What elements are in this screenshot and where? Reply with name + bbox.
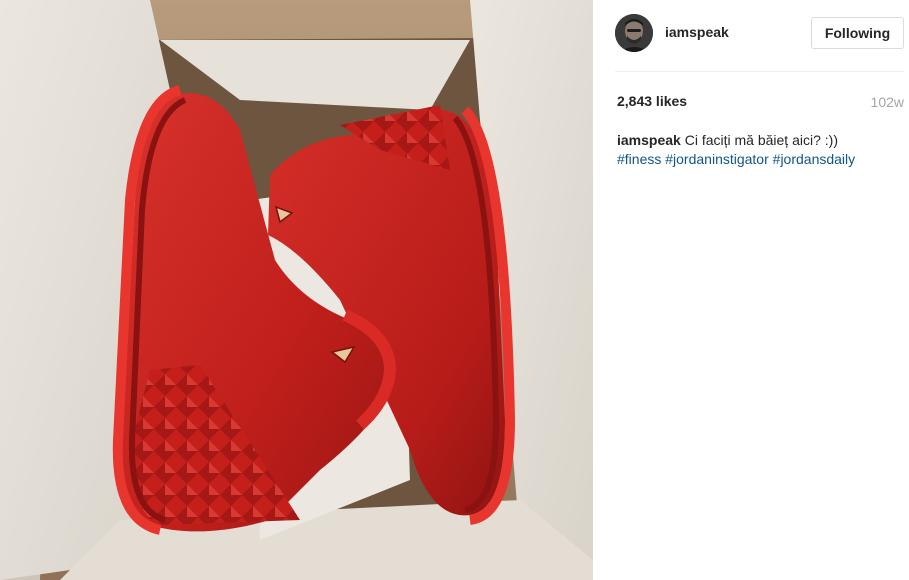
author-username-link[interactable]: iamspeak [665,24,729,40]
avatar-portrait-icon [615,14,653,52]
hashtag-link[interactable]: #finess [617,151,661,167]
post-caption: iamspeak Ci faciți mă băieț aici? :)) [617,131,897,150]
hashtag-link[interactable]: #jordaninstigator [665,151,769,167]
caption-hashtags: #finess #jordaninstigator #jordansdaily [617,150,902,169]
post-header: iamspeak Following [593,0,909,72]
likes-count[interactable]: 2,843 likes [617,93,687,109]
post-details-panel: iamspeak Following 2,843 likes 102w iams… [593,0,909,580]
hashtag-link[interactable]: #jordansdaily [773,151,856,167]
user-avatar-icon[interactable] [615,14,653,52]
caption-text: Ci faciți mă băieț aici? :)) [684,132,838,148]
post-timestamp[interactable]: 102w [871,94,904,110]
following-button[interactable]: Following [811,17,904,49]
shoes-in-box-illustration [0,0,593,580]
post-photo[interactable] [0,0,593,580]
header-divider [615,71,904,72]
caption-username-link[interactable]: iamspeak [617,132,681,148]
